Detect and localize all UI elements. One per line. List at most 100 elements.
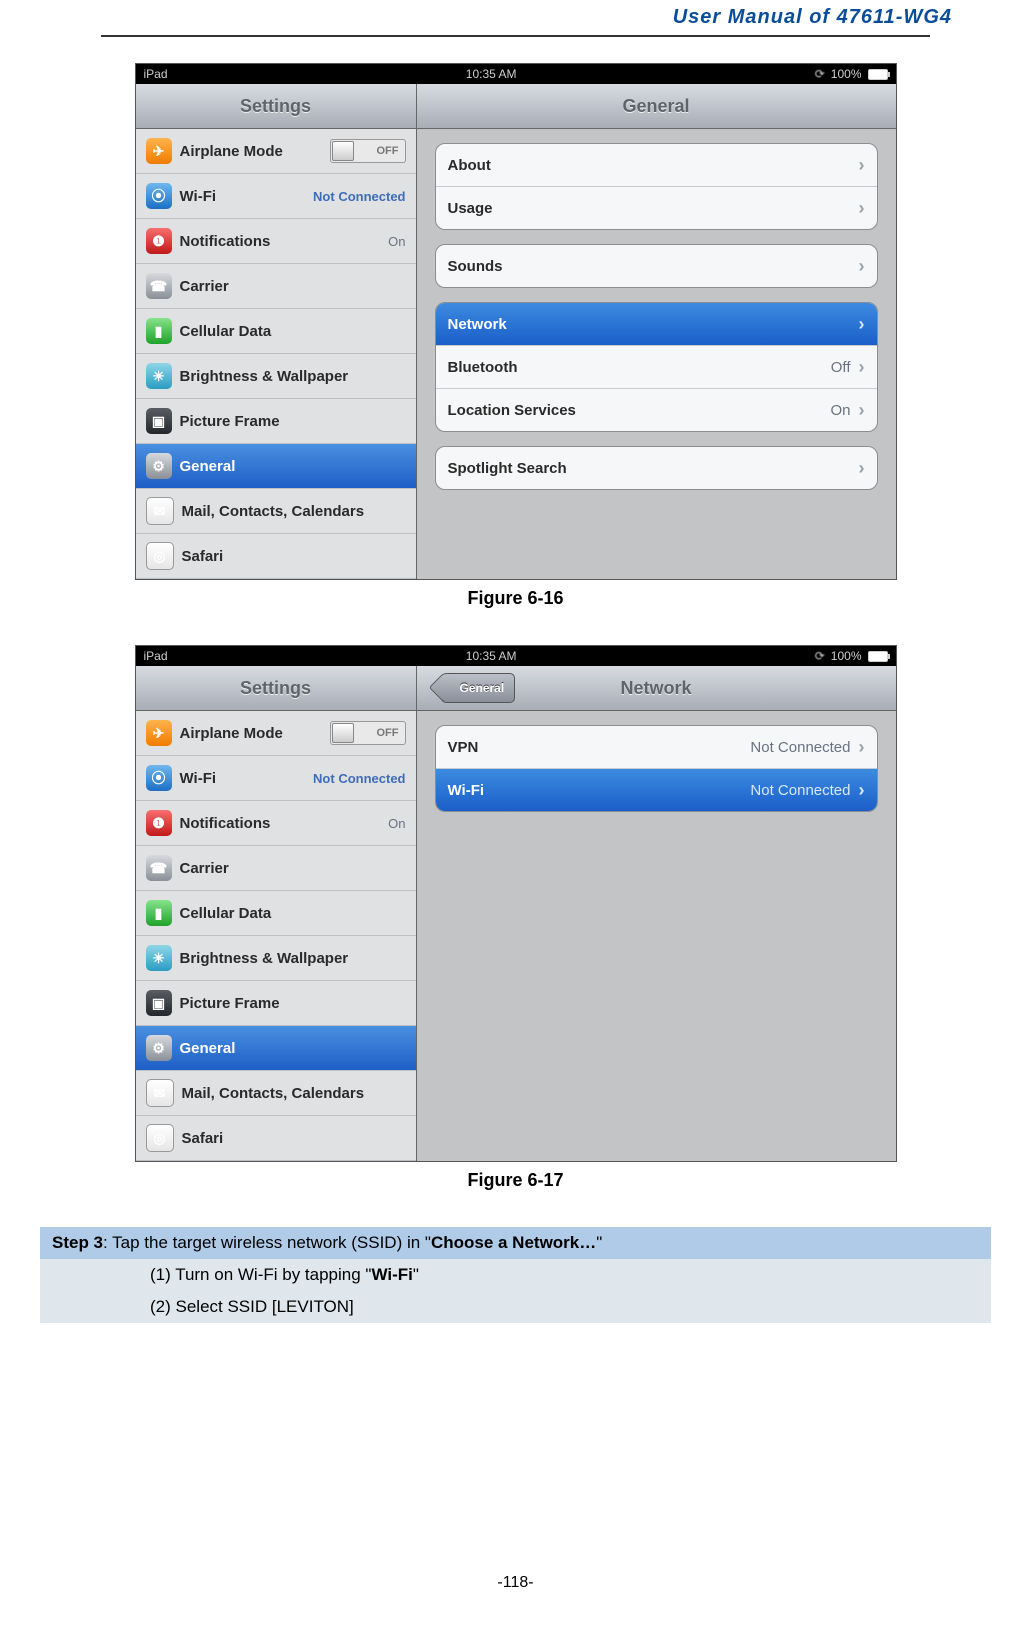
sidebar-item-label: Cellular Data	[180, 323, 272, 340]
header-rule	[101, 35, 929, 37]
sidebar-item-status: Not Connected	[313, 189, 405, 204]
sidebar-item-brightness-wallpaper[interactable]: ☀ Brightness & Wallpaper	[136, 936, 416, 981]
content-row-spotlight-search[interactable]: Spotlight Search ›	[436, 447, 877, 489]
sidebar-item-safari[interactable]: ◎ Safari	[136, 534, 416, 579]
sidebar-item-mail-contacts-calendars[interactable]: ✉ Mail, Contacts, Calendars	[136, 1071, 416, 1116]
content-row-label: VPN	[448, 739, 479, 756]
sidebar-item-picture-frame[interactable]: ▣ Picture Frame	[136, 981, 416, 1026]
frame-icon: ▣	[146, 408, 172, 434]
sidebar-item-cellular-data[interactable]: ▮Cellular Data	[136, 309, 416, 354]
general-icon: ⚙	[146, 1035, 172, 1061]
notif-icon: ❶	[146, 228, 172, 254]
sidebar-item-notifications[interactable]: ❶NotificationsOn	[136, 219, 416, 264]
refresh-icon: ⟳	[815, 67, 825, 81]
content-row-status: Off	[831, 359, 851, 376]
mail-icon: ✉	[146, 1079, 174, 1107]
frame-icon: ▣	[146, 990, 172, 1016]
content-row-status: Not Connected	[750, 782, 850, 799]
battery-icon	[868, 69, 888, 80]
battery-icon	[868, 651, 888, 662]
status-battery: 100%	[831, 67, 862, 81]
sidebar-item-carrier[interactable]: ☎Carrier	[136, 264, 416, 309]
bright-icon: ☀	[146, 363, 172, 389]
content-row-location-services[interactable]: Location ServicesOn›	[436, 388, 877, 431]
sidebar-item-label: Safari	[182, 548, 224, 565]
sidebar-item-label: Picture Frame	[180, 995, 280, 1012]
airplane-mode-toggle[interactable]: OFF	[330, 139, 406, 163]
content-row-usage[interactable]: Usage›	[436, 186, 877, 229]
content-row-network[interactable]: Network›	[436, 303, 877, 345]
network-group: VPNNot Connected› Wi-Fi Not Connected ›	[435, 725, 878, 812]
sidebar-item-safari[interactable]: ◎Safari	[136, 1116, 416, 1161]
status-bar: iPad 10:35 AM ⟳ 100%	[136, 646, 896, 666]
sidebar-item-label: Wi-Fi	[180, 770, 217, 787]
sidebar-item-notifications[interactable]: ❶NotificationsOn	[136, 801, 416, 846]
status-time: 10:35 AM	[466, 649, 517, 663]
chevron-right-icon: ›	[859, 458, 865, 479]
sidebar-item-mail-contacts-calendars[interactable]: ✉ Mail, Contacts, Calendars	[136, 489, 416, 534]
sidebar-item-label: Carrier	[180, 860, 229, 877]
sidebar-item-airplane-mode[interactable]: ✈Airplane ModeOFF	[136, 711, 416, 756]
content-row-about[interactable]: About›	[436, 144, 877, 186]
carrier-icon: ☎	[146, 855, 172, 881]
general-icon: ⚙	[146, 453, 172, 479]
sidebar-item-label: Picture Frame	[180, 413, 280, 430]
content-row-sounds[interactable]: Sounds ›	[436, 245, 877, 287]
step-3-sub-1: (1) Turn on Wi-Fi by tapping "Wi-Fi"	[40, 1259, 991, 1291]
chevron-right-icon: ›	[859, 357, 865, 378]
sidebar-item-label: Notifications	[180, 233, 271, 250]
sidebar-item-label: Mail, Contacts, Calendars	[182, 1085, 365, 1102]
sidebar-item-label: Mail, Contacts, Calendars	[182, 503, 365, 520]
sidebar-item-general[interactable]: ⚙General	[136, 1026, 416, 1071]
chevron-right-icon: ›	[859, 780, 865, 801]
sidebar-item-airplane-mode[interactable]: ✈ Airplane Mode OFF	[136, 129, 416, 174]
sidebar-item-carrier[interactable]: ☎ Carrier	[136, 846, 416, 891]
airplane-mode-toggle[interactable]: OFF	[330, 721, 406, 745]
content-row-label: Sounds	[448, 258, 503, 275]
airplane-icon: ✈	[146, 720, 172, 746]
content-row-label: Wi-Fi	[448, 782, 485, 799]
sidebar-item-label: Airplane Mode	[180, 143, 283, 160]
safari-icon: ◎	[146, 1124, 174, 1152]
sidebar-item-wi-fi[interactable]: ⦿Wi-FiNot Connected	[136, 174, 416, 219]
status-time: 10:35 AM	[466, 67, 517, 81]
sidebar-item-wi-fi[interactable]: ⦿ Wi-Fi Not Connected	[136, 756, 416, 801]
sidebar-item-label: Carrier	[180, 278, 229, 295]
mail-icon: ✉	[146, 497, 174, 525]
step-3-box: Step 3: Tap the target wireless network …	[40, 1227, 991, 1323]
general-group-spotlight: Spotlight Search ›	[435, 446, 878, 490]
content-row-vpn[interactable]: VPNNot Connected›	[436, 726, 877, 768]
title-network: Network	[417, 678, 896, 699]
airplane-icon: ✈	[146, 138, 172, 164]
sidebar-item-cellular-data[interactable]: ▮Cellular Data	[136, 891, 416, 936]
sidebar-item-label: Notifications	[180, 815, 271, 832]
wifi-icon: ⦿	[146, 765, 172, 791]
content-row-wi-fi[interactable]: Wi-Fi Not Connected ›	[436, 768, 877, 811]
wifi-icon: ⦿	[146, 183, 172, 209]
refresh-icon: ⟳	[815, 649, 825, 663]
settings-sidebar: ✈ Airplane Mode OFF ⦿Wi-FiNot Connected ❶ Not…	[136, 129, 417, 579]
figure-caption-1: Figure 6-16	[75, 588, 956, 609]
page: User Manual of 47611-WG4 iPad 10:35 AM ⟳…	[0, 0, 1031, 1632]
sidebar-item-brightness-wallpaper[interactable]: ☀ Brightness & Wallpaper	[136, 354, 416, 399]
sidebar-item-label: Brightness & Wallpaper	[180, 950, 349, 967]
sidebar-item-status: Not Connected	[313, 771, 405, 786]
status-bar: iPad 10:35 AM ⟳ 100%	[136, 64, 896, 84]
step-3-sub-2: (2) Select SSID [LEVITON]	[40, 1291, 991, 1323]
content-row-bluetooth[interactable]: BluetoothOff›	[436, 345, 877, 388]
chevron-right-icon: ›	[859, 400, 865, 421]
status-battery: 100%	[831, 649, 862, 663]
sidebar-item-label: General	[180, 458, 236, 475]
general-content: About›Usage› Sounds› Network›BluetoothOf…	[417, 129, 896, 579]
content-row-label: Location Services	[448, 402, 576, 419]
sidebar-item-label: Cellular Data	[180, 905, 272, 922]
chevron-right-icon: ›	[859, 256, 865, 277]
sidebar-item-label: Brightness & Wallpaper	[180, 368, 349, 385]
content-row-label: Spotlight Search	[448, 460, 567, 477]
title-general: General	[417, 84, 896, 128]
title-bar: Settings General Network	[136, 666, 896, 711]
sidebar-item-picture-frame[interactable]: ▣ Picture Frame	[136, 399, 416, 444]
safari-icon: ◎	[146, 542, 174, 570]
sidebar-item-general[interactable]: ⚙ General	[136, 444, 416, 489]
bright-icon: ☀	[146, 945, 172, 971]
